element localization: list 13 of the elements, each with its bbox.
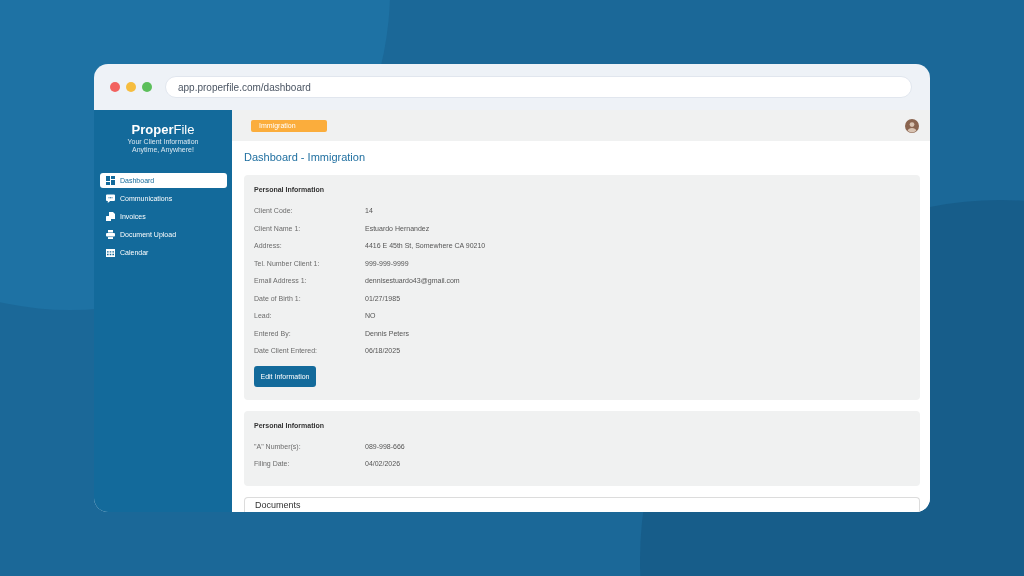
page-title: Dashboard - Immigration <box>244 151 366 164</box>
calendar-icon <box>106 248 115 257</box>
speech-bubble-icon <box>106 194 115 203</box>
close-dot-icon[interactable] <box>110 82 120 92</box>
maximize-dot-icon[interactable] <box>142 82 152 92</box>
address-bar[interactable]: app.properfile.com/dashboard <box>165 76 912 98</box>
card-title: Documents <box>255 499 301 510</box>
logo: ProperFile <box>131 123 195 137</box>
avatar[interactable] <box>905 118 919 133</box>
printer-icon <box>106 230 115 239</box>
document-icon <box>106 212 115 221</box>
grid-icon <box>106 176 115 185</box>
minimize-dot-icon[interactable] <box>126 82 136 92</box>
